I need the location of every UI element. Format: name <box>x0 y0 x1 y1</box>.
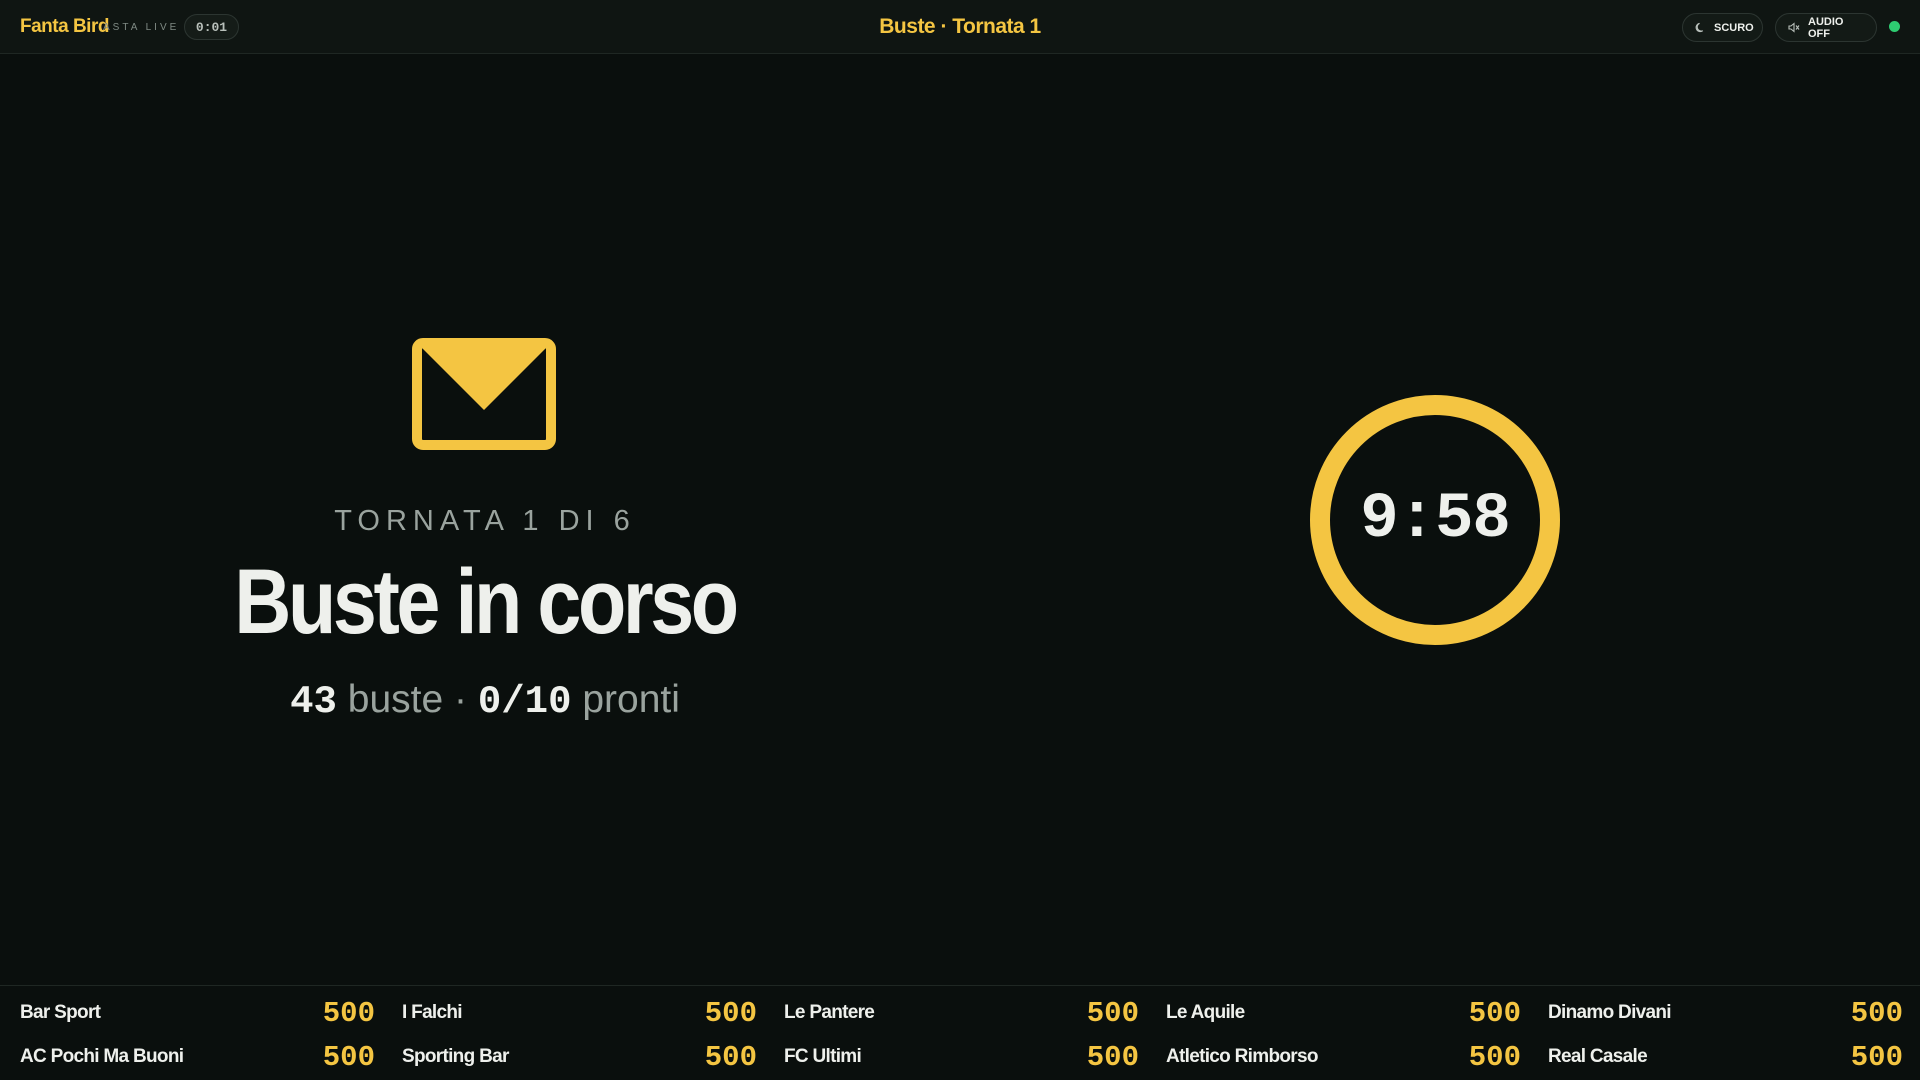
team-credits: 500 <box>704 1040 757 1074</box>
team-row: AC Pochi Ma Buoni 500 <box>20 1037 375 1077</box>
team-credits: 500 <box>704 996 757 1030</box>
top-bar: Fanta Bird ASTA LIVE 0:01 Buste · Tornat… <box>0 0 1920 54</box>
audio-toggle-label: AUDIO OFF <box>1808 15 1844 40</box>
stats-separator: · <box>454 678 468 721</box>
ready-count: 0/10 <box>477 680 572 724</box>
envelope-stats: 43 buste · 0/10 pronti <box>185 678 785 724</box>
headline: Buste in corso <box>234 551 739 653</box>
team-credits: 500 <box>322 996 375 1030</box>
team-credits: 500 <box>1468 1040 1521 1074</box>
team-credits: 500 <box>1468 996 1521 1030</box>
envelopes-count: 43 <box>290 680 337 724</box>
live-tag: ASTA LIVE <box>103 21 180 33</box>
team-name: Le Aquile <box>1166 1002 1245 1023</box>
countdown-value: 9:58 <box>1360 484 1511 556</box>
countdown-timer: 9:58 <box>1310 395 1560 645</box>
team-name: FC Ultimi <box>784 1046 862 1067</box>
team-row: Le Pantere 500 <box>784 993 1139 1033</box>
connection-status-dot <box>1889 21 1900 32</box>
team-name: I Falchi <box>402 1002 463 1023</box>
team-row: Sporting Bar 500 <box>402 1037 757 1077</box>
team-row: Dinamo Divani 500 <box>1548 993 1903 1033</box>
team-credits: 500 <box>1850 996 1903 1030</box>
team-row: Bar Sport 500 <box>20 993 375 1033</box>
ready-label: pronti <box>582 678 680 721</box>
team-credits: 500 <box>1086 996 1139 1030</box>
team-name: AC Pochi Ma Buoni <box>20 1046 184 1067</box>
theme-toggle-button[interactable]: SCURO <box>1682 13 1763 42</box>
speaker-muted-icon <box>1788 22 1800 33</box>
team-name: Le Pantere <box>784 1002 875 1023</box>
team-credits: 500 <box>1086 1040 1139 1074</box>
team-name: Dinamo Divani <box>1548 1002 1672 1023</box>
envelope-icon <box>412 338 556 450</box>
envelopes-label: buste <box>347 678 444 721</box>
team-name: Real Casale <box>1548 1046 1648 1067</box>
moon-icon <box>1695 22 1706 33</box>
team-row: Real Casale 500 <box>1548 1037 1903 1077</box>
team-row: Le Aquile 500 <box>1166 993 1521 1033</box>
team-row: FC Ultimi 500 <box>784 1037 1139 1077</box>
theme-toggle-label: SCURO <box>1714 21 1754 34</box>
team-row: I Falchi 500 <box>402 993 757 1033</box>
team-credits: 500 <box>1850 1040 1903 1074</box>
team-name: Bar Sport <box>20 1002 101 1023</box>
team-name: Sporting Bar <box>402 1046 509 1067</box>
page-title: Buste · Tornata 1 <box>879 15 1041 38</box>
elapsed-clock: 0:01 <box>184 14 239 40</box>
team-name: Atletico Rimborso <box>1166 1046 1318 1067</box>
round-label: TORNATA 1 DI 6 <box>334 505 636 537</box>
team-credits: 500 <box>322 1040 375 1074</box>
audio-toggle-button[interactable]: AUDIO OFF <box>1775 13 1877 42</box>
team-standings: Bar Sport 500 I Falchi 500 Le Pantere 50… <box>0 985 1920 1080</box>
team-row: Atletico Rimborso 500 <box>1166 1037 1521 1077</box>
brand-logo: Fanta Bird <box>20 16 109 37</box>
